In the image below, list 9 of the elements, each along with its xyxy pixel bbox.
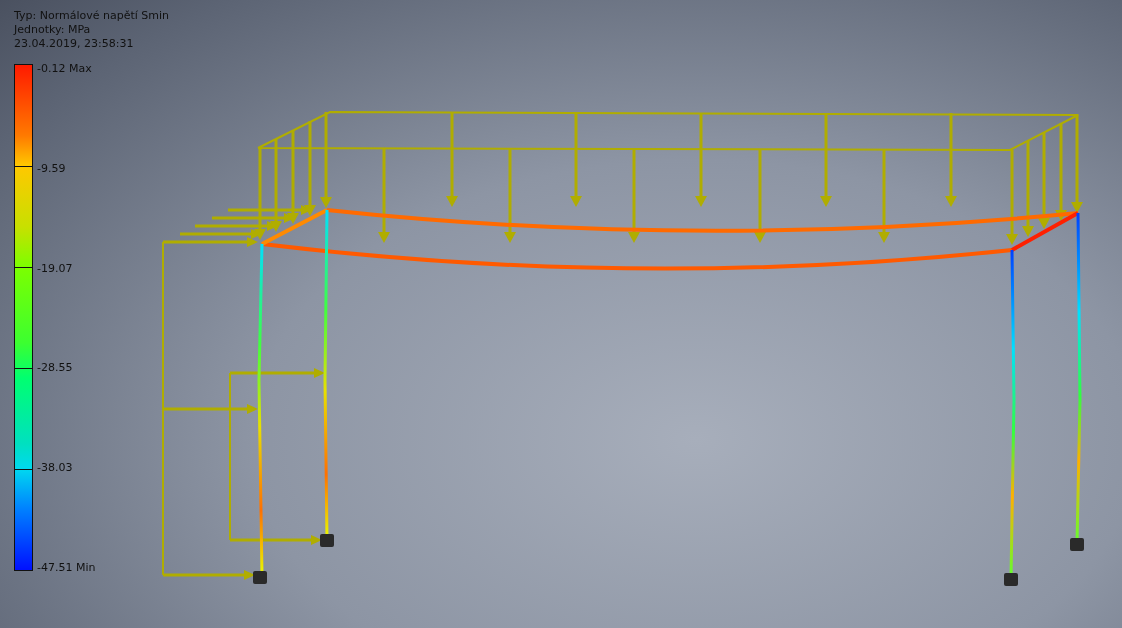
units-label: Jednotky: MPa [14, 23, 92, 37]
scale-value-label: -47.51 Min [37, 562, 96, 574]
scale-value-label: -38.03 [37, 462, 74, 475]
scale-value-label: -28.55 [37, 362, 74, 375]
result-type-label: Typ: Normálové napětí Smin [14, 9, 170, 23]
scale-value-label: -9.59 [37, 162, 67, 175]
scale-value-label: -19.07 [37, 262, 74, 275]
scale-value-label: -0.12 Max [37, 63, 93, 75]
timestamp-label: 23.04.2019, 23:58:31 [14, 37, 135, 51]
